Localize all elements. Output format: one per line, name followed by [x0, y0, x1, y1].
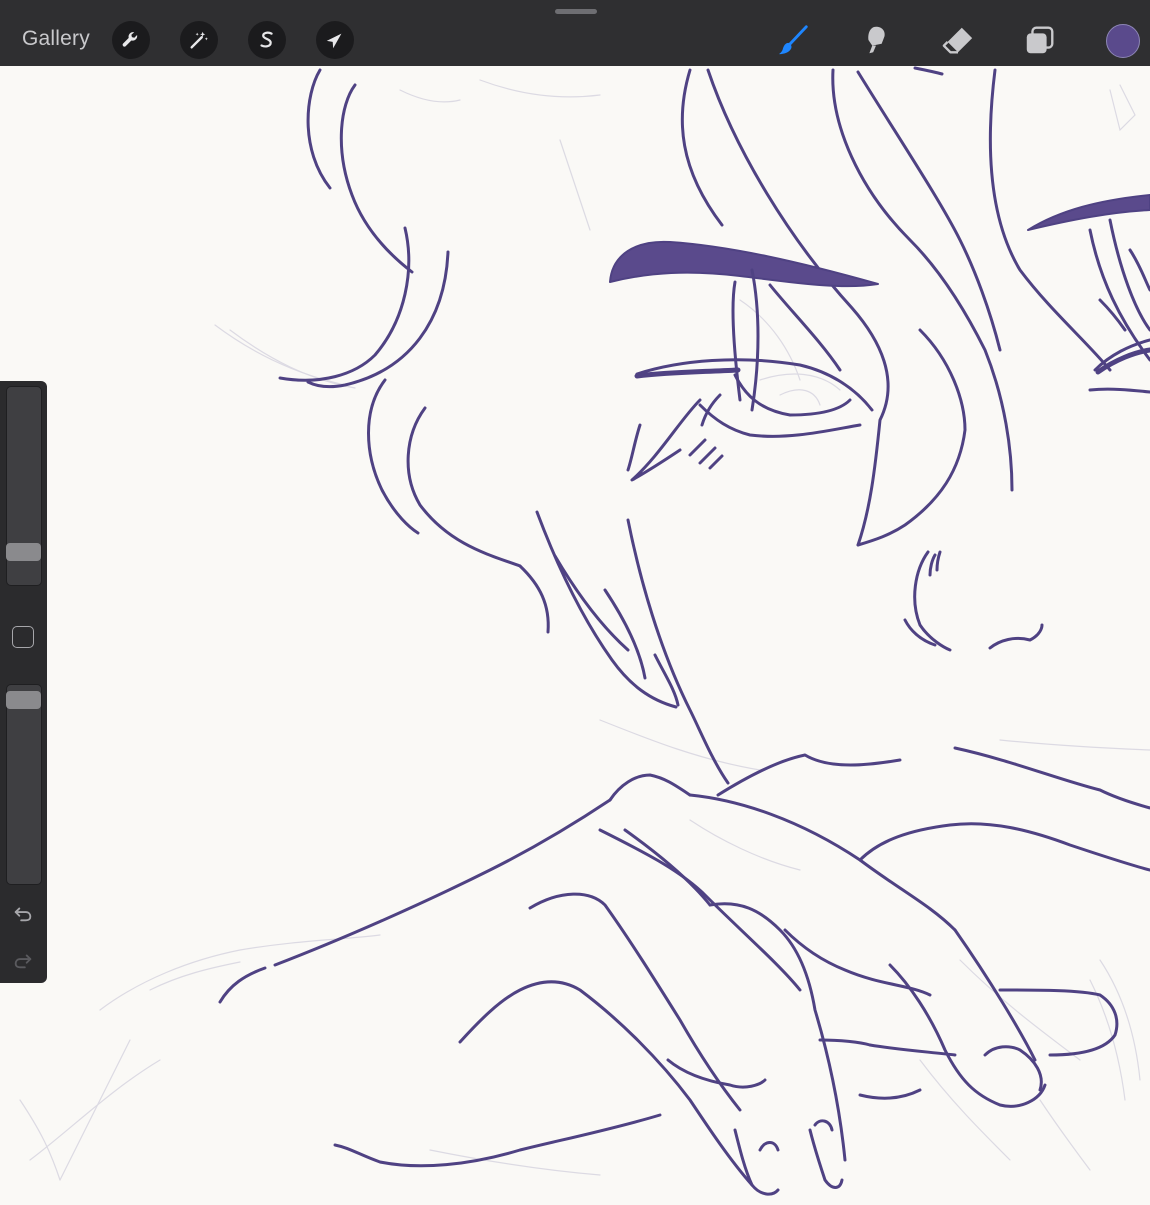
line-art	[218, 66, 1150, 1196]
drawing-canvas[interactable]	[0, 66, 1150, 1200]
opacity-thumb[interactable]	[6, 691, 41, 710]
smudge-icon	[868, 26, 885, 54]
arrow-icon	[326, 33, 342, 49]
wrench-icon	[122, 32, 138, 47]
layers-button[interactable]	[1022, 22, 1058, 58]
opacity-slider[interactable]	[6, 684, 42, 885]
top-toolbar: Gallery	[0, 0, 1150, 66]
actions-button[interactable]	[112, 21, 150, 59]
brush-sidebar	[0, 381, 47, 983]
artwork	[19, 66, 1150, 1196]
drag-handle[interactable]	[555, 9, 597, 14]
selection-s-icon	[260, 31, 273, 48]
magic-wand-icon	[190, 31, 208, 49]
smudge-button[interactable]	[858, 22, 894, 58]
transform-button[interactable]	[316, 21, 354, 59]
modify-button[interactable]	[12, 626, 34, 648]
eraser-icon	[942, 27, 973, 54]
selection-button[interactable]	[248, 21, 286, 59]
undo-button[interactable]	[11, 901, 35, 925]
undo-icon	[14, 907, 32, 922]
sketch-layer	[19, 79, 1150, 1181]
brush-icon	[778, 25, 808, 55]
layers-icon	[1026, 26, 1054, 54]
adjustments-button[interactable]	[180, 21, 218, 59]
redo-icon	[14, 954, 32, 969]
color-picker-button[interactable]	[1106, 24, 1140, 58]
gallery-button[interactable]: Gallery	[22, 27, 90, 51]
brush-button[interactable]	[776, 22, 812, 58]
brush-size-thumb[interactable]	[6, 542, 41, 561]
eraser-button[interactable]	[940, 22, 976, 58]
redo-button[interactable]	[11, 948, 35, 972]
